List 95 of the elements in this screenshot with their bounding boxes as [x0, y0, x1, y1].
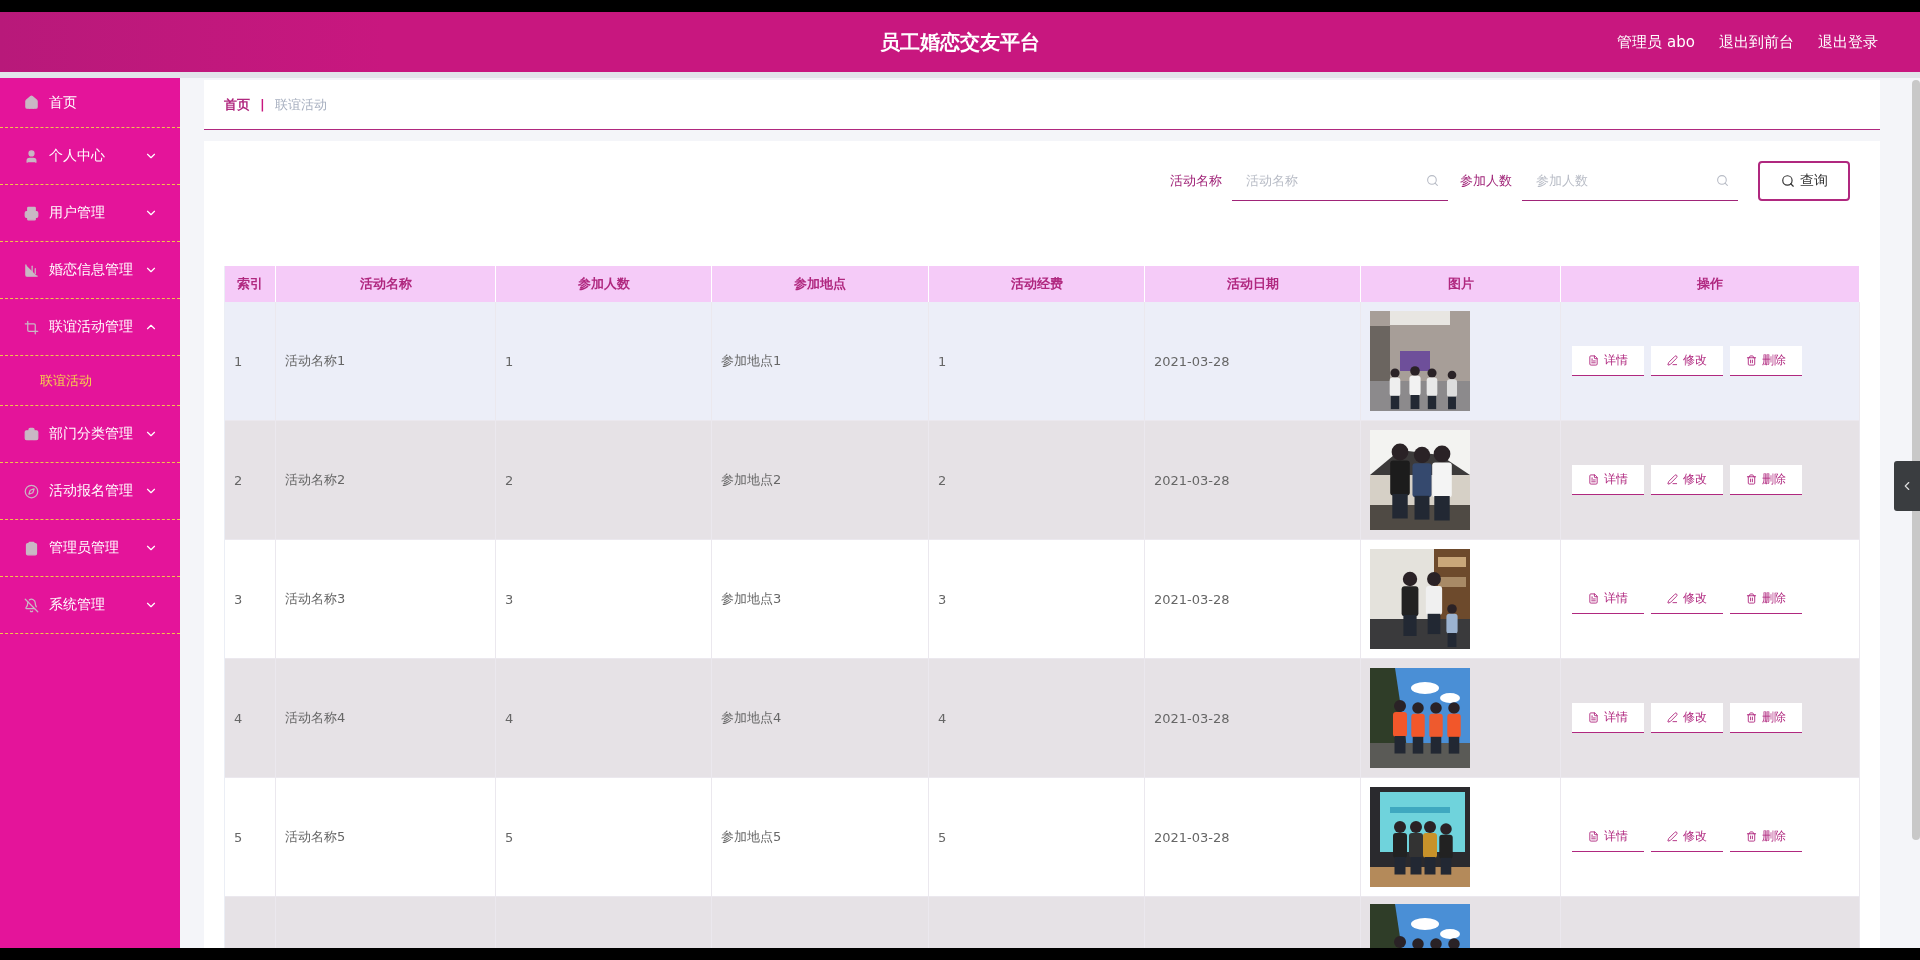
menu-icon: [24, 597, 39, 613]
menu-icon: [24, 148, 39, 164]
table-cell: 5: [929, 778, 1145, 897]
document-icon: [1588, 474, 1599, 485]
table-cell: 1: [225, 302, 276, 421]
edit-button[interactable]: 修改: [1651, 346, 1723, 376]
table-cell: 参加地点2: [712, 421, 929, 540]
table-cell: 活动名称5: [276, 778, 496, 897]
column-header: 参加人数: [496, 266, 712, 302]
table-cell: 2021-03-28: [1145, 540, 1361, 659]
menu-item[interactable]: 系统管理: [0, 577, 180, 634]
search-field[interactable]: 参加人数: [1522, 161, 1738, 201]
menu-icon: [24, 319, 39, 335]
column-header: 索引: [225, 266, 276, 302]
table-cell: 参加地点4: [712, 659, 929, 778]
search-field[interactable]: 活动名称: [1232, 161, 1448, 201]
query-button[interactable]: 查询: [1758, 161, 1850, 201]
detail-button[interactable]: 详情: [1572, 703, 1644, 733]
pen-icon: [1667, 474, 1678, 485]
table-cell: 2021-03-28: [1145, 302, 1361, 421]
header-link[interactable]: 退出到前台: [1719, 32, 1794, 52]
menu-icon: [24, 205, 39, 221]
table-cell: 活动名称1: [276, 302, 496, 421]
table-cell: 2021-03-28: [1145, 778, 1361, 897]
scrollbar-thumb[interactable]: [1912, 80, 1920, 840]
delete-button[interactable]: 删除: [1730, 346, 1802, 376]
menu-icon: [24, 426, 39, 442]
app-title: 员工婚恋交友平台: [880, 28, 1040, 56]
table-cell: 3: [496, 540, 712, 659]
column-header: 参加地点: [712, 266, 929, 302]
field-label: 活动名称: [1170, 172, 1222, 190]
document-icon: [1588, 831, 1599, 842]
table-cell: 2: [225, 421, 276, 540]
table-cell: 参加地点1: [712, 302, 929, 421]
menu-icon: [24, 95, 39, 110]
search-icon: [1780, 174, 1795, 188]
detail-button[interactable]: 详情: [1572, 465, 1644, 495]
table-cell: 参加地点5: [712, 778, 929, 897]
table-cell: 2021-03-28: [1145, 421, 1361, 540]
column-header: 活动名称: [276, 266, 496, 302]
document-icon: [1588, 593, 1599, 604]
menu-icon: [24, 262, 39, 278]
search-icon: [1716, 174, 1729, 187]
edit-button[interactable]: 修改: [1651, 703, 1723, 733]
menu-item[interactable]: 部门分类管理: [0, 406, 180, 463]
pen-icon: [1667, 593, 1678, 604]
column-header: 图片: [1361, 266, 1561, 302]
breadcrumb-link[interactable]: 首页: [224, 95, 250, 114]
field-label: 参加人数: [1460, 172, 1512, 190]
trash-icon: [1746, 712, 1757, 723]
menu-item[interactable]: 活动报名管理: [0, 463, 180, 520]
table-cell: 4: [496, 659, 712, 778]
table-cell: 2: [929, 421, 1145, 540]
table-cell: 活动名称3: [276, 540, 496, 659]
column-header: 活动经费: [929, 266, 1145, 302]
table-cell: 参加地点3: [712, 540, 929, 659]
table-cell: 5: [496, 778, 712, 897]
table-cell: 1: [496, 302, 712, 421]
delete-button[interactable]: 删除: [1730, 465, 1802, 495]
menu-item[interactable]: 首页: [0, 78, 180, 128]
menu-item[interactable]: 个人中心: [0, 128, 180, 185]
breadcrumb-separator: |: [260, 97, 265, 112]
pen-icon: [1667, 712, 1678, 723]
table-cell: 2: [496, 421, 712, 540]
table-cell: 活动名称4: [276, 659, 496, 778]
document-icon: [1588, 712, 1599, 723]
edit-button[interactable]: 修改: [1651, 465, 1723, 495]
table-cell: 4: [225, 659, 276, 778]
document-icon: [1588, 355, 1599, 366]
menu-icon: [24, 540, 39, 556]
column-header: 活动日期: [1145, 266, 1361, 302]
trash-icon: [1746, 593, 1757, 604]
table-cell: 4: [929, 659, 1145, 778]
pen-icon: [1667, 355, 1678, 366]
pen-icon: [1667, 831, 1678, 842]
table-cell: 3: [225, 540, 276, 659]
detail-button[interactable]: 详情: [1572, 346, 1644, 376]
menu-icon: [24, 483, 39, 499]
column-header: 操作: [1561, 266, 1860, 302]
menu-item[interactable]: 婚恋信息管理: [0, 242, 180, 299]
table-cell: 2021-03-28: [1145, 659, 1361, 778]
table-cell: 活动名称2: [276, 421, 496, 540]
trash-icon: [1746, 831, 1757, 842]
search-icon: [1426, 174, 1439, 187]
menu-item[interactable]: 用户管理: [0, 185, 180, 242]
header-link[interactable]: 退出登录: [1818, 32, 1878, 52]
trash-icon: [1746, 474, 1757, 485]
table-cell: 1: [929, 302, 1145, 421]
trash-icon: [1746, 355, 1757, 366]
header-link[interactable]: 管理员 abo: [1617, 32, 1695, 52]
delete-button[interactable]: 删除: [1730, 703, 1802, 733]
menu-item[interactable]: 管理员管理: [0, 520, 180, 577]
table-cell: 5: [225, 778, 276, 897]
menu-item[interactable]: 联谊活动管理: [0, 299, 180, 356]
table-cell: 3: [929, 540, 1145, 659]
